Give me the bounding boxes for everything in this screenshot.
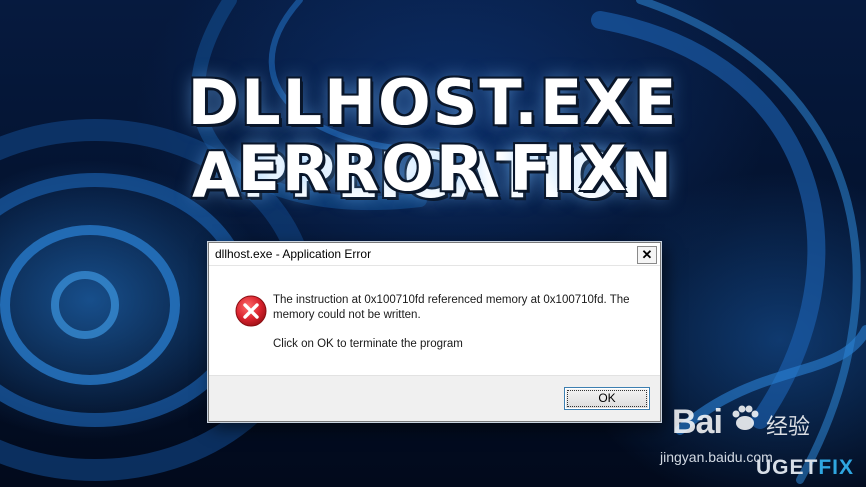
ugetfix-ug: UG [756,456,790,479]
paw-icon [732,405,759,430]
dialog-titlebar[interactable]: dllhost.exe - Application Error ✕ [209,243,660,266]
dialog-footer: OK [209,375,660,421]
baidu-logo: Bai [672,403,723,441]
close-button[interactable]: ✕ [637,246,657,264]
error-dialog: dllhost.exe - Application Error ✕ The in… [208,242,661,422]
headline-line-2: ERROR FIX [237,132,629,205]
ugetfix-e: E [789,456,805,479]
dialog-content: The instruction at 0x100710fd referenced… [209,266,660,376]
ugetfix-fix: FIX [818,456,855,479]
ugetfix-t: T [804,456,819,479]
error-message: The instruction at 0x100710fd referenced… [273,294,630,321]
baidu-watermark: Bai 经验 [672,395,822,445]
close-icon: ✕ [641,247,653,262]
dialog-title: dllhost.exe - Application Error [215,247,372,261]
error-icon [235,295,267,327]
error-instruction: Click on OK to terminate the program [273,338,463,350]
ok-button[interactable]: OK [564,387,650,410]
ugetfix-logo: UGETFIX [756,456,854,480]
baidu-jingyan-label: 经验 [766,414,811,439]
